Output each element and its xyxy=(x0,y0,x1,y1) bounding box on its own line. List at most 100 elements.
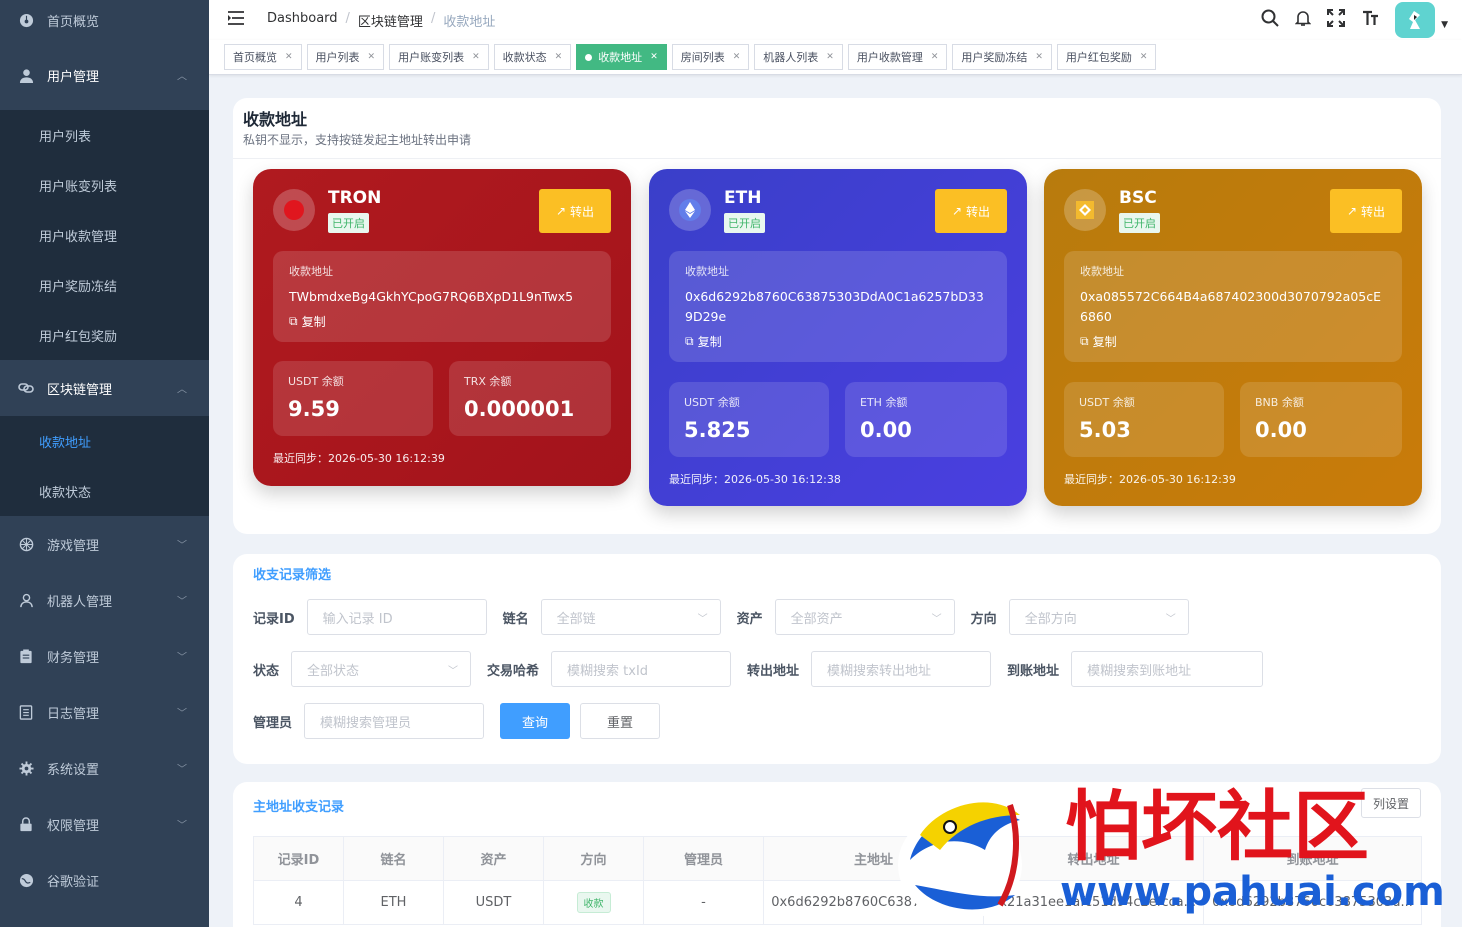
input-placeholder: 输入记录 ID xyxy=(322,611,393,627)
table-row[interactable]: 4 ETH USDT 收款 - 0x6d6292b8760C63875303D.… xyxy=(253,880,1422,925)
tab-home[interactable]: 首页概览 ✕ xyxy=(224,44,302,70)
tab-payment-address[interactable]: 收款地址 ✕ xyxy=(576,44,667,70)
user-submenu: 用户列表 用户账变列表 用户收款管理 用户奖励冻结 用户红包奖励 xyxy=(0,110,209,360)
close-icon[interactable]: ✕ xyxy=(368,52,376,62)
copy-button[interactable]: ⧉ 复制 xyxy=(289,313,595,330)
dashboard-icon xyxy=(18,12,34,28)
tab-room-list[interactable]: 房间列表 ✕ xyxy=(671,44,750,70)
column-header[interactable]: 管理员 xyxy=(643,836,764,881)
breadcrumb-home[interactable]: Dashboard xyxy=(267,11,338,30)
sidebar-item-log[interactable]: 日志管理 ﹀ xyxy=(0,684,209,740)
txhash-input[interactable]: 模糊搜索 txId xyxy=(551,651,732,687)
column-header[interactable]: 到账地址 xyxy=(1203,836,1422,881)
fullscreen-icon[interactable] xyxy=(1327,9,1346,31)
chain-select[interactable]: 全部链 ﹀ xyxy=(540,599,721,635)
copy-button[interactable]: ⧉ 复制 xyxy=(685,333,991,350)
font-size-icon[interactable] xyxy=(1361,9,1379,31)
close-icon[interactable]: ✕ xyxy=(826,52,834,62)
native-balance-box: ETH 余额 0.00 xyxy=(845,382,1007,457)
eth-icon xyxy=(669,189,711,231)
close-icon[interactable]: ✕ xyxy=(555,52,563,62)
admin-input[interactable]: 模糊搜索管理员 xyxy=(304,703,485,739)
sidebar-item-settings[interactable]: 系统设置 ﹀ xyxy=(0,740,209,796)
sidebar-item-user-reward-freeze[interactable]: 用户奖励冻结 xyxy=(0,260,209,310)
column-header[interactable]: 链名 xyxy=(343,836,444,881)
close-icon[interactable]: ✕ xyxy=(733,52,741,62)
chevron-down-icon: ﹀ xyxy=(448,665,459,677)
filter-label: 管理员 xyxy=(253,715,293,731)
status-select[interactable]: 全部状态 ﹀ xyxy=(291,651,472,687)
reset-button[interactable]: 重置 xyxy=(580,703,661,739)
sidebar-item-google-auth[interactable]: 谷歌验证 xyxy=(0,852,209,908)
direction-select[interactable]: 全部方向 ﹀ xyxy=(1008,599,1189,635)
sidebar-item-label: 用户管理 xyxy=(47,69,100,85)
copy-button[interactable]: ⧉ 复制 xyxy=(1080,333,1386,350)
transfer-out-button[interactable]: ↗ 转出 xyxy=(935,189,1007,233)
to-address-input[interactable]: 模糊搜索到账地址 xyxy=(1071,651,1264,687)
button-label: 转出 xyxy=(966,204,991,219)
tab-robot-list[interactable]: 机器人列表 ✕ xyxy=(754,44,843,70)
sidebar-item-label: 用户账变列表 xyxy=(39,179,118,195)
close-icon[interactable]: ✕ xyxy=(1035,52,1043,62)
column-header[interactable]: 方向 xyxy=(543,836,644,881)
asset-select[interactable]: 全部资产 ﹀ xyxy=(774,599,955,635)
tab-user-payment[interactable]: 用户收款管理 ✕ xyxy=(847,44,948,70)
sidebar-item-finance[interactable]: 财务管理 ﹀ xyxy=(0,628,209,684)
sidebar-item-blockchain[interactable]: 区块链管理 ︿ xyxy=(0,360,209,416)
tab-user-balance-log[interactable]: 用户账变列表 ✕ xyxy=(389,44,489,70)
sidebar-item-user-redpacket[interactable]: 用户红包奖励 xyxy=(0,310,209,360)
close-icon[interactable]: ✕ xyxy=(650,52,658,62)
sidebar-item-payment-status[interactable]: 收款状态 xyxy=(0,466,209,516)
sidebar-item-game[interactable]: 游戏管理 ﹀ xyxy=(0,516,209,572)
record-id-input[interactable]: 输入记录 ID xyxy=(306,599,487,635)
bell-icon[interactable] xyxy=(1294,9,1312,31)
from-address-input[interactable]: 模糊搜索转出地址 xyxy=(811,651,992,687)
sidebar-item-user-payment[interactable]: 用户收款管理 xyxy=(0,210,209,260)
transfer-out-button[interactable]: ↗ 转出 xyxy=(1330,189,1402,233)
tab-label: 用户列表 xyxy=(315,51,360,64)
column-header[interactable]: 资产 xyxy=(443,836,544,881)
close-icon[interactable]: ✕ xyxy=(931,52,939,62)
robot-icon xyxy=(18,592,34,608)
breadcrumb-parent[interactable]: 区块链管理 xyxy=(358,11,423,30)
search-icon[interactable] xyxy=(1261,9,1279,31)
close-icon[interactable]: ✕ xyxy=(472,52,480,62)
records-table: 记录ID 链名 资产 方向 管理员 主地址 转出地址 到账地址 4 ETH US… xyxy=(253,836,1422,925)
sidebar-item-label: 谷歌验证 xyxy=(47,874,100,890)
column-header[interactable]: 记录ID xyxy=(253,836,344,881)
sidebar-item-user-list[interactable]: 用户列表 xyxy=(0,110,209,160)
bnb-icon xyxy=(1064,189,1106,231)
sidebar-item-robot[interactable]: 机器人管理 ﹀ xyxy=(0,572,209,628)
balance-label: USDT 余额 xyxy=(288,375,344,388)
sidebar-item-payment-address[interactable]: 收款地址 xyxy=(0,416,209,466)
sidebar-item-user-balance-log[interactable]: 用户账变列表 xyxy=(0,160,209,210)
input-placeholder: 模糊搜索到账地址 xyxy=(1087,663,1192,679)
transfer-out-button[interactable]: ↗ 转出 xyxy=(539,189,611,233)
address-box: 收款地址 0xa085572C664B4a687402300d3070792a0… xyxy=(1064,251,1402,362)
tab-user-reward-freeze[interactable]: 用户奖励冻结 ✕ xyxy=(952,44,1052,70)
button-label: 转出 xyxy=(570,204,595,219)
column-header[interactable]: 转出地址 xyxy=(983,836,1204,881)
column-settings-button[interactable]: 列设置 xyxy=(1361,788,1421,818)
avatar[interactable] xyxy=(1395,2,1436,38)
tab-user-list[interactable]: 用户列表 ✕ xyxy=(306,44,385,70)
column-header[interactable]: 主地址 xyxy=(763,836,984,881)
close-icon[interactable]: ✕ xyxy=(1140,52,1148,62)
sidebar-item-user-mgmt[interactable]: 用户管理 ︿ xyxy=(0,40,209,110)
hamburger-icon[interactable] xyxy=(227,11,245,29)
close-icon[interactable]: ✕ xyxy=(285,52,293,62)
native-balance-box: BNB 余额 0.00 xyxy=(1240,382,1402,457)
tab-payment-status[interactable]: 收款状态 ✕ xyxy=(493,44,572,70)
sidebar-item-dashboard[interactable]: 首页概览 xyxy=(0,0,209,40)
chevron-down-icon[interactable]: ▼ xyxy=(1441,20,1448,30)
chevron-up-icon: ︿ xyxy=(177,71,187,83)
tab-user-redpacket[interactable]: 用户红包奖励 ✕ xyxy=(1056,44,1157,70)
records-panel: 主地址收支记录 列设置 记录ID 链名 资产 方向 管理员 主地址 转出地址 到… xyxy=(233,782,1441,927)
chain-icon xyxy=(18,380,34,396)
button-label: 复制 xyxy=(301,315,326,329)
address-label: 收款地址 xyxy=(685,265,729,278)
balance-value: 0.000001 xyxy=(464,397,575,421)
query-button[interactable]: 查询 xyxy=(500,703,571,739)
sidebar-item-permission[interactable]: 权限管理 ﹀ xyxy=(0,796,209,852)
tags-view: 首页概览 ✕ 用户列表 ✕ 用户账变列表 ✕ 收款状态 ✕ 收款地址 ✕ 房间列表 ✕ 机器… xyxy=(209,40,1462,75)
